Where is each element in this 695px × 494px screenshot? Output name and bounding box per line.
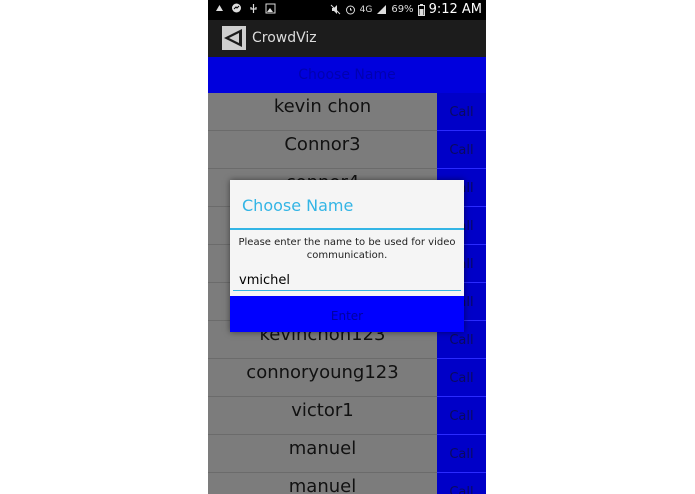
list-item[interactable]: kevin chon Call — [208, 93, 486, 131]
contact-name[interactable]: Connor3 — [208, 131, 437, 168]
network-type-label: 4G — [359, 4, 373, 15]
call-button[interactable]: Call — [437, 359, 486, 397]
mute-icon — [330, 4, 341, 15]
status-clock: 9:12 AM — [428, 2, 482, 17]
list-item[interactable]: manuel Call — [208, 435, 486, 473]
list-item[interactable]: manuel Call — [208, 473, 486, 494]
call-button[interactable]: Call — [437, 435, 486, 473]
crowdviz-logo-icon[interactable] — [222, 26, 246, 50]
call-button[interactable]: Call — [437, 397, 486, 435]
list-header: Choose Name — [208, 57, 486, 93]
dialog-divider — [230, 228, 464, 230]
signal-icon — [376, 4, 387, 15]
battery-percent: 69% — [391, 4, 414, 15]
app-title: CrowdViz — [252, 30, 317, 46]
name-input[interactable] — [233, 271, 461, 291]
usb-icon — [248, 3, 259, 14]
app-action-bar: CrowdViz — [208, 20, 486, 57]
phone-screen: 4G 69% 9:12 AM CrowdViz Choose Name kevi… — [208, 0, 486, 494]
call-button[interactable]: Call — [437, 473, 486, 494]
contact-name[interactable]: connoryoung123 — [208, 359, 437, 396]
usb-debug-icon — [214, 3, 225, 14]
contact-name[interactable]: manuel — [208, 473, 437, 494]
choose-name-dialog: Choose Name Please enter the name to be … — [230, 180, 464, 332]
call-button[interactable]: Call — [437, 93, 486, 131]
list-item[interactable]: victor1 Call — [208, 397, 486, 435]
enter-button[interactable]: Enter — [230, 296, 464, 332]
contact-name[interactable]: manuel — [208, 435, 437, 472]
contact-name[interactable]: kevin chon — [208, 93, 437, 130]
messenger-icon — [231, 3, 242, 14]
dialog-title: Choose Name — [242, 196, 354, 215]
contact-name[interactable]: victor1 — [208, 397, 437, 434]
image-icon — [265, 3, 276, 14]
list-item[interactable]: Connor3 Call — [208, 131, 486, 169]
list-item[interactable]: connoryoung123 Call — [208, 359, 486, 397]
call-button[interactable]: Call — [437, 131, 486, 169]
dialog-message: Please enter the name to be used for vid… — [238, 237, 456, 261]
battery-icon — [417, 4, 425, 16]
status-bar: 4G 69% 9:12 AM — [208, 0, 486, 20]
alarm-icon — [345, 4, 356, 15]
